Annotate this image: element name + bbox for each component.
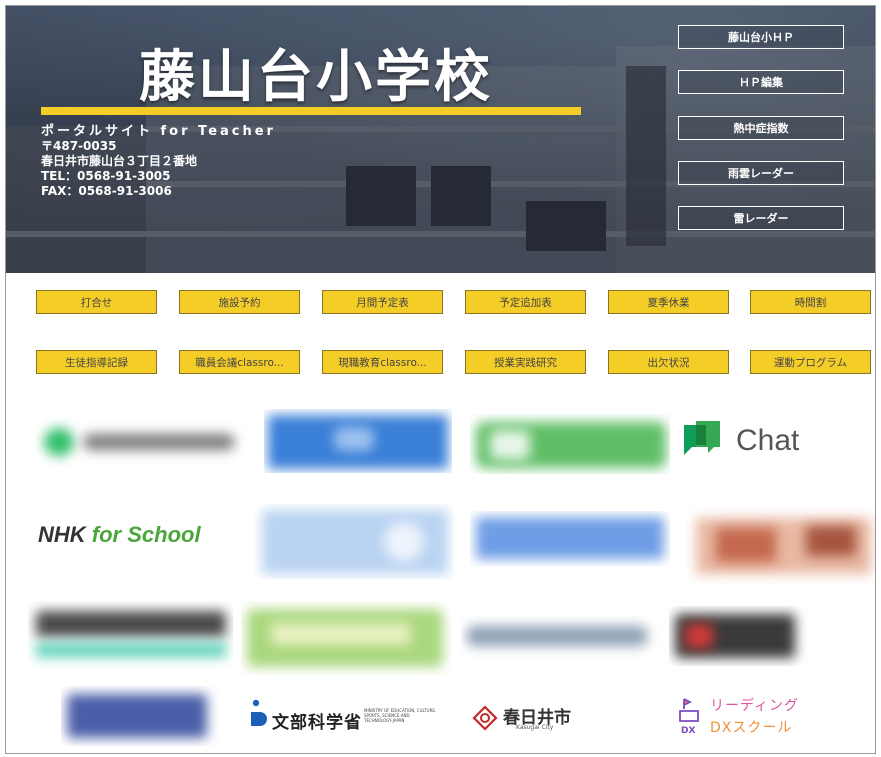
mext-icon [251,699,267,726]
blurred-logo-link[interactable] [254,504,454,579]
inservice-classroom-button[interactable]: 現職教育classro... [322,350,443,374]
heat-index-button[interactable]: 熱中症指数 [678,116,844,140]
blurred-logo-link[interactable] [28,601,233,671]
blurred-logo-link[interactable] [470,511,670,566]
mext-english: MINISTRY OF EDUCATION, CULTURE, SPORTS, … [364,708,437,723]
blurred-logo-link[interactable] [470,414,670,474]
dx-school-icon: DX [679,698,699,736]
timetable-button[interactable]: 時間割 [750,290,871,314]
chat-label: Chat [736,424,800,457]
mext-logo-link[interactable]: 文部科学省 MINISTRY OF EDUCATION, CULTURE, SP… [246,694,456,744]
dx-school-label: DXスクール [710,720,793,736]
chat-icon [684,421,720,455]
exercise-program-button[interactable]: 運動プログラム [750,350,871,374]
monthly-schedule-button[interactable]: 月間予定表 [322,290,443,314]
fax: FAX：0568-91-3006 [41,184,172,198]
leading-dx-school-link[interactable]: DX リーディング DXスクール [674,691,824,746]
blurred-logo-link[interactable] [686,506,875,586]
school-hp-button[interactable]: 藤山台小ＨＰ [678,25,844,49]
page-frame: 藤山台小学校 ポータルサイト for Teacher 〒487-0035 春日井… [5,5,876,754]
leading-label: リーディング [710,698,800,714]
blurred-logo-link[interactable] [241,601,451,676]
blurred-logo-link[interactable] [61,686,221,746]
portal-subtitle: ポータルサイト for Teacher [41,124,276,139]
for-school-label: for School [91,522,201,547]
guidance-record-button[interactable]: 生徒指導記録 [36,350,157,374]
blurred-logo-link[interactable] [264,409,452,473]
kasugai-city-link[interactable]: 春日井市 Kasugai City [466,698,636,738]
title-underline [41,107,581,115]
lightning-radar-button[interactable]: 雷レーダー [678,206,844,230]
blurred-logo-link[interactable] [461,616,661,661]
summer-break-button[interactable]: 夏季休業 [608,290,729,314]
lesson-research-button[interactable]: 授業実践研究 [465,350,586,374]
nhk-for-school-link[interactable]: NHK for School [36,516,236,556]
schedule-add-button[interactable]: 予定追加表 [465,290,586,314]
kasugai-english: Kasugai City [516,724,554,731]
school-title: 藤山台小学校 [139,45,493,110]
postal-code: 〒487-0035 [41,139,117,153]
hero-header: 藤山台小学校 ポータルサイト for Teacher 〒487-0035 春日井… [6,6,875,273]
school-info: ポータルサイト for Teacher 〒487-0035 春日井市藤山台３丁目… [41,124,276,199]
svg-text:DX: DX [681,726,695,736]
rain-radar-button[interactable]: 雨雲レーダー [678,161,844,185]
mext-label: 文部科学省 [272,713,362,733]
address: 春日井市藤山台３丁目２番地 [41,154,198,168]
meeting-button[interactable]: 打合せ [36,290,157,314]
attendance-button[interactable]: 出欠状況 [608,350,729,374]
phone: TEL：0568-91-3005 [41,169,171,183]
google-chat-link[interactable]: Chat [676,416,866,466]
kasugai-emblem-icon [472,705,498,731]
blurred-logo-link[interactable] [36,416,246,466]
staff-meeting-classroom-button[interactable]: 職員会議classro... [179,350,300,374]
blurred-logo-link[interactable] [669,606,819,666]
facility-booking-button[interactable]: 施設予約 [179,290,300,314]
nhk-label: NHK [38,522,86,547]
hp-edit-button[interactable]: ＨＰ編集 [678,70,844,94]
